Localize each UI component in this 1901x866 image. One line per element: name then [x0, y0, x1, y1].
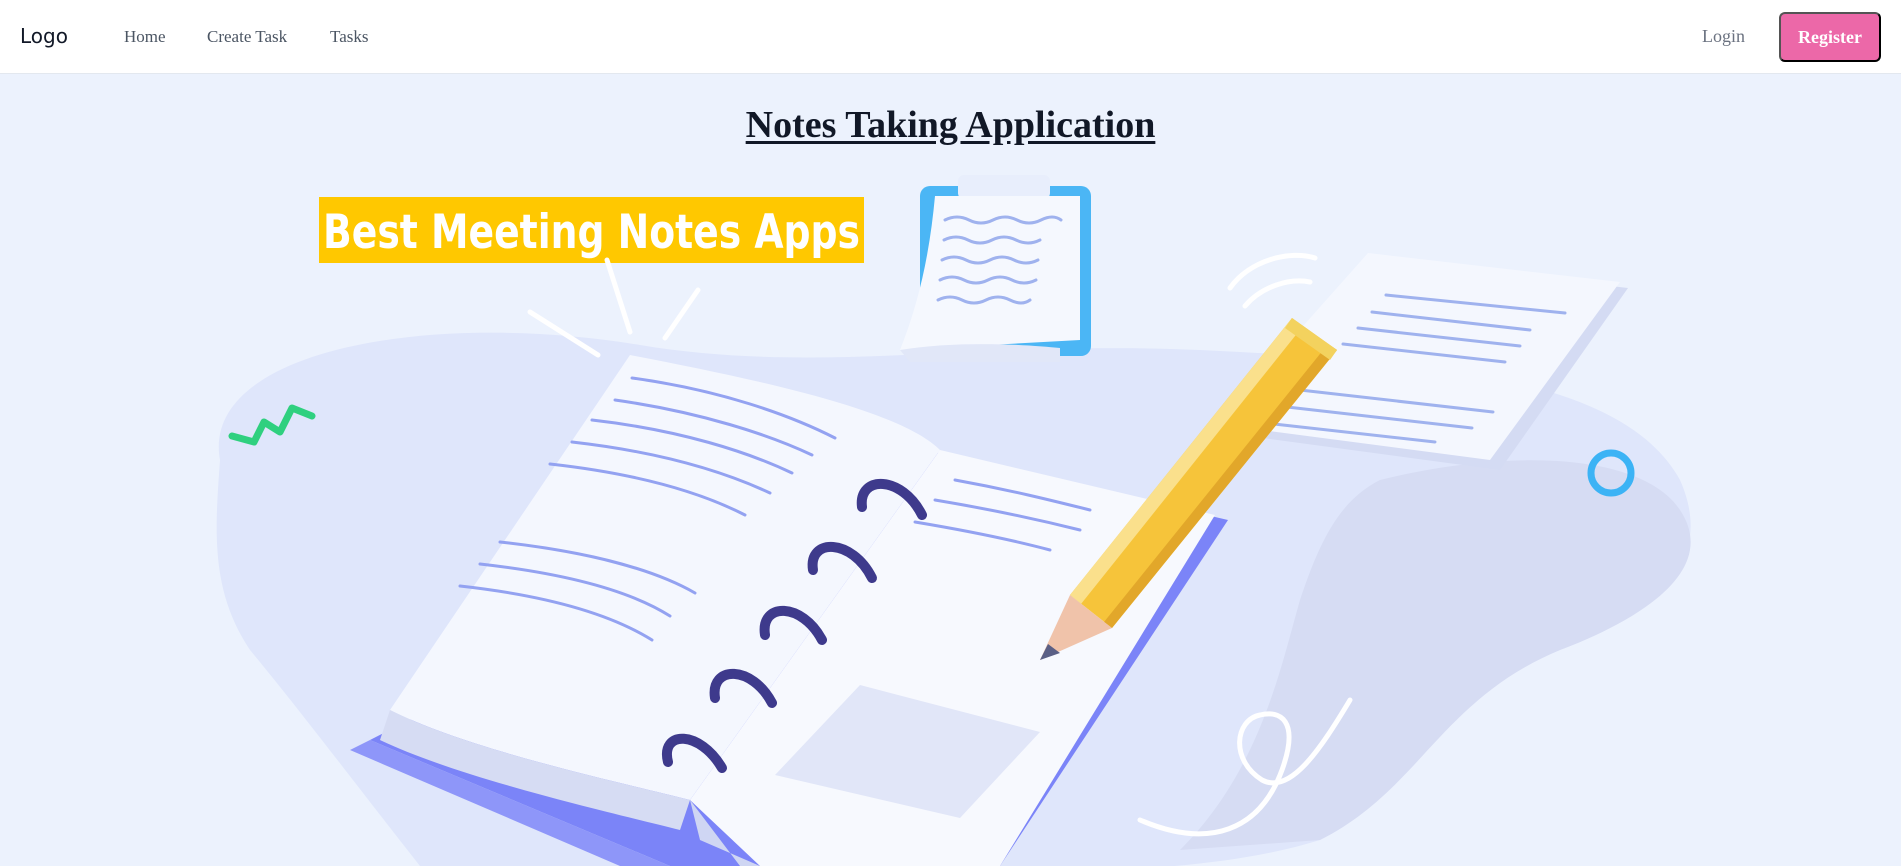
nav-link-home[interactable]: Home: [124, 27, 166, 47]
notes-illustration: Best Meeting Notes Apps: [216, 175, 1691, 866]
banner-text: Best Meeting Notes Apps: [323, 205, 860, 260]
top-navbar: Logo Home Create Task Tasks Login Regist…: [0, 0, 1901, 74]
clipboard-icon: [900, 175, 1091, 362]
hero-illustration: Best Meeting Notes Apps: [0, 150, 1901, 866]
page-title: Notes Taking Application: [745, 104, 1156, 146]
nav-link-tasks[interactable]: Tasks: [330, 27, 368, 47]
logo[interactable]: Logo: [20, 24, 68, 48]
register-button[interactable]: Register: [1779, 12, 1881, 62]
nav-link-create-task[interactable]: Create Task: [207, 27, 287, 47]
login-link[interactable]: Login: [1702, 26, 1745, 47]
